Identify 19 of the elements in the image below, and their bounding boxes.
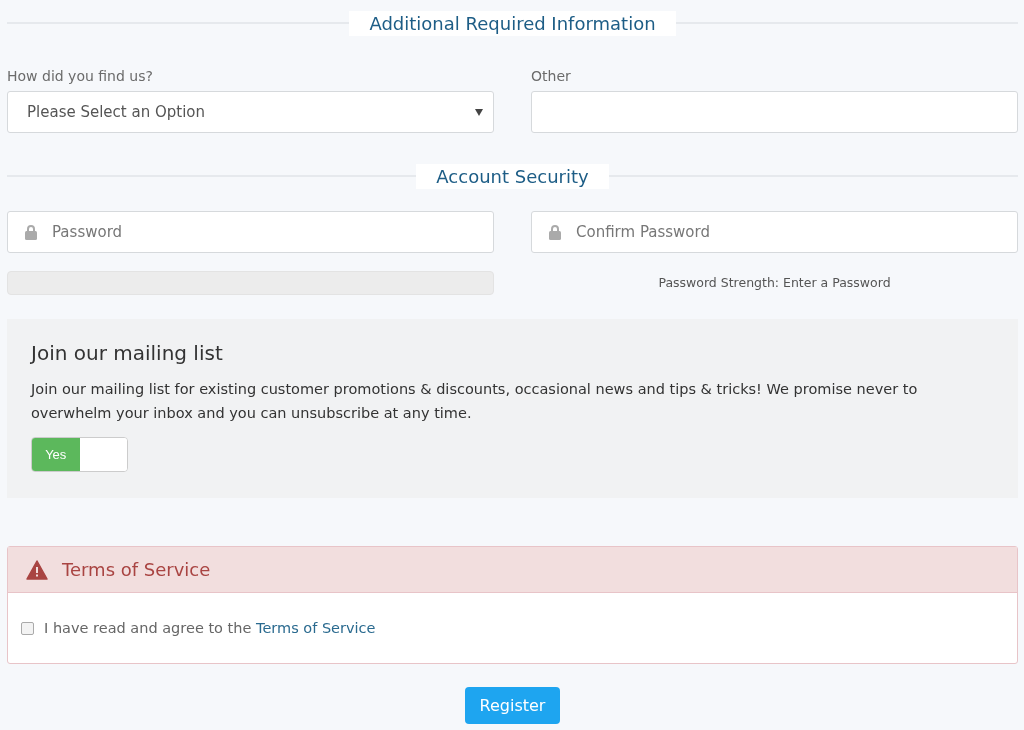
checkbox[interactable] <box>21 621 34 635</box>
terms-title: Terms of Service <box>62 559 211 580</box>
input-field[interactable] <box>531 91 1018 133</box>
password-field[interactable]: Confirm Password <box>531 211 1018 253</box>
terms-link[interactable]: Terms of Service <box>256 620 376 636</box>
field-label: Other <box>531 68 572 84</box>
section-title: Account Security <box>416 163 609 189</box>
lock-icon <box>24 224 38 240</box>
panel-text: Join our mailing list for existing customer promotions & discounts, occasional news and tips & tricks! We promise never to overwhelm your inbox and you can unsubscribe at any time. <box>31 380 919 423</box>
select-dropdown[interactable]: Please Select an Option <box>7 91 494 133</box>
agree-text: I have read and agree to the Terms of Service <box>44 620 376 636</box>
section-title: Additional Required Information <box>349 10 676 36</box>
caret-icon <box>475 108 483 116</box>
strength-text: Password Strength: Enter a Password <box>657 275 892 290</box>
panel-title: Join our mailing list <box>31 341 224 365</box>
lock-icon <box>548 224 562 240</box>
warning-icon <box>26 559 48 580</box>
field-label: How did you find us? <box>7 68 154 84</box>
password-field[interactable]: Password <box>7 211 494 253</box>
